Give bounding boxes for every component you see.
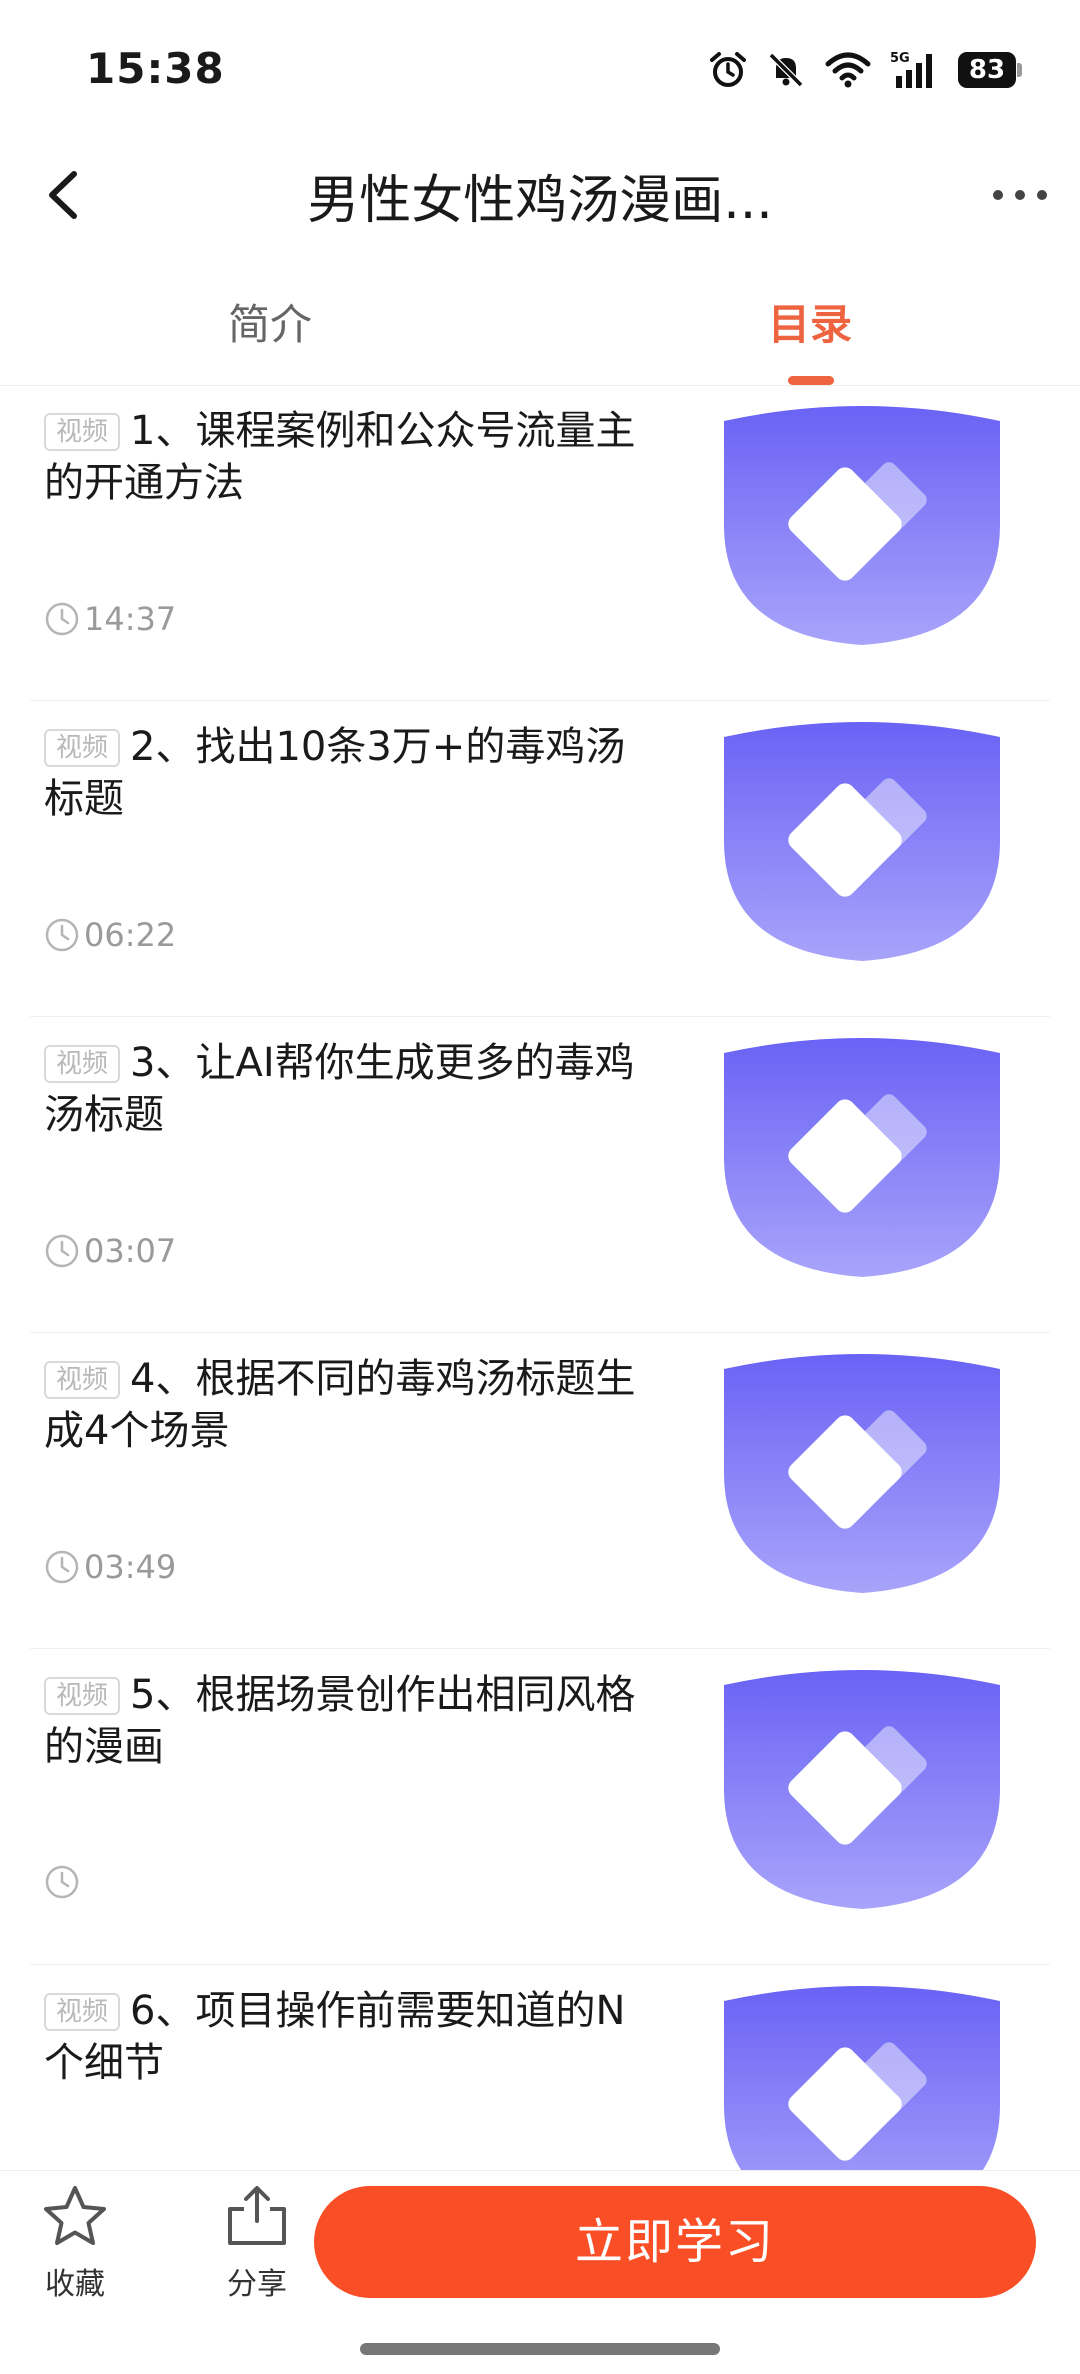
video-tag: 视频 <box>44 1993 121 2031</box>
lesson-item[interactable]: 视频 2、找出10条3万+的毒鸡汤标题 06:22 <box>30 701 1050 1017</box>
lesson-thumbnail <box>724 1354 1000 1593</box>
lesson-item[interactable]: 视频 3、让AI帮你生成更多的毒鸡汤标题 03:07 <box>30 1017 1050 1333</box>
lesson-thumbnail <box>724 1038 1000 1277</box>
duration-text: 03:07 <box>84 1232 177 1270</box>
lesson-item[interactable]: 视频 4、根据不同的毒鸡汤标题生成4个场景 03:49 <box>30 1333 1050 1649</box>
lesson-title: 5、根据场景创作出相同风格的漫画 <box>44 1672 636 1770</box>
video-tag: 视频 <box>44 1361 121 1399</box>
alarm-icon <box>710 52 746 87</box>
tab-bar: 简介 目录 <box>0 280 1080 386</box>
share-button[interactable]: 分享 <box>202 2183 312 2303</box>
nav-bar: 男性女性鸡汤漫画... <box>0 140 1080 250</box>
clock-icon <box>45 1550 79 1584</box>
lesson-title-row: 视频 5、根据场景创作出相同风格的漫画 <box>44 1669 664 1773</box>
lesson-item[interactable]: 视频 6、项目操作前需要知道的N个细节 <box>30 1965 1050 2170</box>
lesson-title-row: 视频 4、根据不同的毒鸡汤标题生成4个场景 <box>44 1353 664 1457</box>
video-tag: 视频 <box>44 1677 121 1715</box>
svg-text:5G: 5G <box>890 51 910 66</box>
cellular-5g-icon: 5G <box>890 51 932 88</box>
more-dots-icon <box>993 190 1047 200</box>
page-title: 男性女性鸡汤漫画... <box>307 171 773 231</box>
tab-catalog[interactable]: 目录 <box>730 280 890 380</box>
lesson-duration: 14:37 <box>44 600 176 638</box>
lesson-thumbnail <box>724 722 1000 961</box>
lesson-duration: 03:07 <box>44 1232 176 1270</box>
lesson-list: 视频 1、课程案例和公众号流量主的开通方法 14:37 视频 2、找出10条3万+的毒鸡… <box>0 385 1080 2170</box>
video-tag: 视频 <box>44 413 121 451</box>
lesson-duration: 03:49 <box>44 1548 176 1586</box>
lesson-title-row: 视频 3、让AI帮你生成更多的毒鸡汤标题 <box>44 1037 664 1141</box>
home-indicator <box>360 2343 720 2355</box>
clock-icon <box>45 1234 79 1268</box>
favorite-button[interactable]: 收藏 <box>20 2183 130 2303</box>
lesson-duration: 06:22 <box>44 916 176 954</box>
battery-level: 83 <box>958 52 1016 88</box>
lesson-title-row: 视频 1、课程案例和公众号流量主的开通方法 <box>44 405 664 509</box>
duration-text: 03:49 <box>84 1548 177 1586</box>
status-bar: 15:38 5G 83 <box>0 0 1080 140</box>
star-icon <box>44 2186 106 2245</box>
lesson-title: 4、根据不同的毒鸡汤标题生成4个场景 <box>44 1356 636 1454</box>
clock-icon <box>45 918 79 952</box>
lesson-title-row: 视频 6、项目操作前需要知道的N个细节 <box>44 1985 664 2089</box>
lesson-thumbnail <box>724 1670 1000 1909</box>
lesson-item[interactable]: 视频 5、根据场景创作出相同风格的漫画 <box>30 1649 1050 1965</box>
lesson-title: 3、让AI帮你生成更多的毒鸡汤标题 <box>44 1040 635 1138</box>
lesson-item[interactable]: 视频 1、课程案例和公众号流量主的开通方法 14:37 <box>30 385 1050 701</box>
wifi-icon <box>825 52 871 88</box>
lesson-title-row: 视频 2、找出10条3万+的毒鸡汤标题 <box>44 721 664 825</box>
duration-text: 14:37 <box>84 600 177 638</box>
start-study-button[interactable]: 立即学习 <box>314 2186 1036 2298</box>
tab-intro[interactable]: 简介 <box>190 280 350 380</box>
lesson-thumbnail <box>724 1986 1000 2170</box>
clock-icon <box>45 602 79 636</box>
lesson-title: 1、课程案例和公众号流量主的开通方法 <box>44 408 636 506</box>
status-time: 15:38 <box>86 44 225 93</box>
duration-text: 06:22 <box>84 916 177 954</box>
lesson-title: 2、找出10条3万+的毒鸡汤标题 <box>44 724 626 822</box>
status-icons: 5G 83 <box>708 50 1022 90</box>
bottom-bar: 收藏 分享 立即学习 <box>0 2170 1080 2374</box>
mute-icon <box>768 52 804 88</box>
share-label: 分享 <box>227 2267 287 2302</box>
lesson-duration <box>44 1864 84 1900</box>
more-button[interactable] <box>990 162 1050 228</box>
chevron-left-icon <box>49 171 77 219</box>
lesson-thumbnail <box>724 406 1000 645</box>
video-tag: 视频 <box>44 729 121 767</box>
lesson-title: 6、项目操作前需要知道的N个细节 <box>44 1988 626 2086</box>
video-tag: 视频 <box>44 1045 121 1083</box>
battery-icon: 83 <box>958 52 1022 88</box>
favorite-label: 收藏 <box>45 2267 105 2302</box>
active-tab-indicator <box>788 376 834 385</box>
back-button[interactable] <box>30 160 100 230</box>
clock-icon <box>45 1865 79 1899</box>
share-icon <box>228 2186 286 2245</box>
